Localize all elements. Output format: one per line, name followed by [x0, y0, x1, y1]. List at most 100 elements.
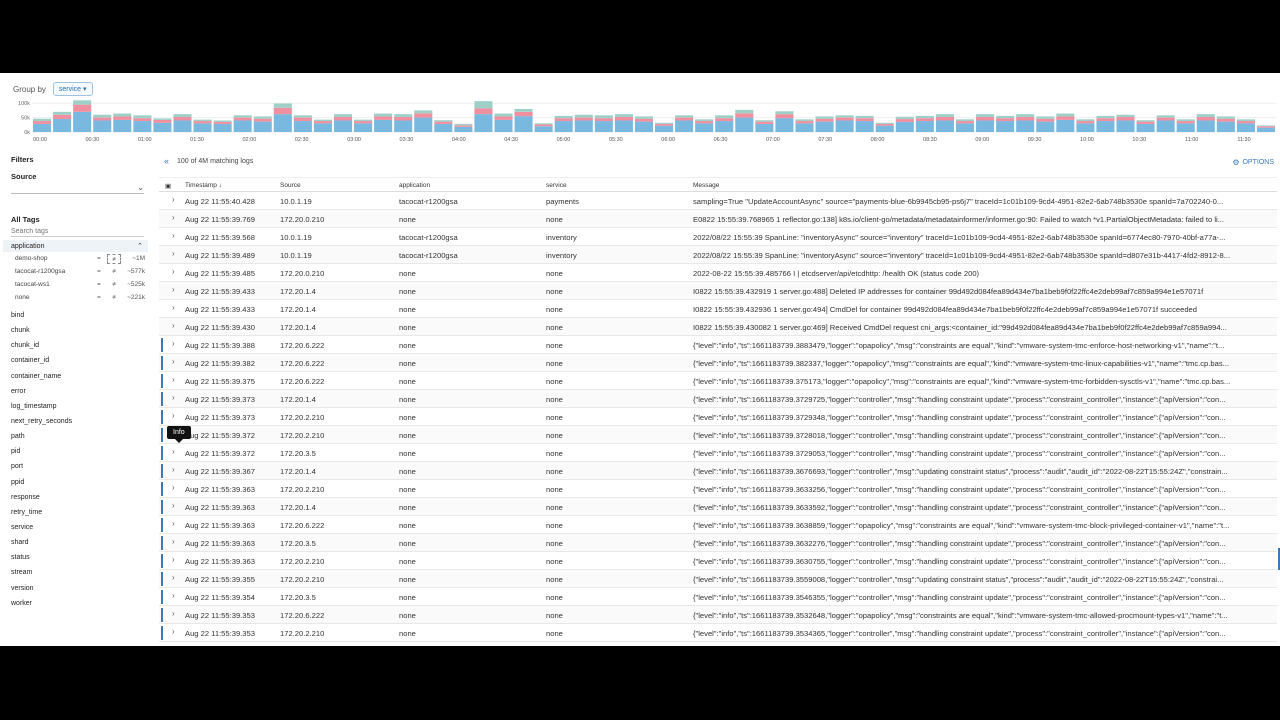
histogram-bar-segment[interactable]	[1256, 125, 1275, 127]
histogram-bar-segment[interactable]	[514, 108, 533, 112]
histogram-bar-segment[interactable]	[494, 119, 513, 132]
tag-item[interactable]: version	[11, 581, 72, 596]
histogram-bar-segment[interactable]	[695, 119, 714, 122]
histogram-bar-segment[interactable]	[735, 113, 754, 118]
histogram-bar-segment[interactable]	[173, 117, 192, 121]
histogram-bar-segment[interactable]	[1016, 114, 1035, 118]
histogram-bar-segment[interactable]	[53, 119, 72, 132]
histogram-bar-segment[interactable]	[835, 115, 854, 118]
histogram-bar-segment[interactable]	[1216, 116, 1235, 119]
include-filter-button[interactable]: =	[97, 294, 107, 301]
histogram-bar-segment[interactable]	[514, 116, 533, 132]
histogram-bar-segment[interactable]	[474, 114, 493, 132]
table-row[interactable]: › Aug 22 11:55:39.367 172.20.1.4 none none {"…	[159, 462, 1277, 480]
include-filter-button[interactable]: =	[97, 268, 107, 275]
histogram-bar-segment[interactable]	[976, 117, 995, 121]
histogram-bar-segment[interactable]	[1176, 121, 1195, 124]
histogram-bar-segment[interactable]	[614, 114, 633, 118]
histogram-bar-segment[interactable]	[514, 111, 533, 117]
histogram-bar-segment[interactable]	[93, 114, 112, 118]
histogram-bar-segment[interactable]	[1196, 120, 1215, 132]
histogram-bar-segment[interactable]	[634, 121, 653, 132]
histogram-bar-segment[interactable]	[795, 121, 814, 124]
table-row[interactable]: › Aug 22 11:55:39.373 172.20.1.4 none none {"…	[159, 390, 1277, 408]
histogram-bar-segment[interactable]	[1096, 121, 1115, 132]
expand-chevron-icon[interactable]: ›	[172, 339, 175, 348]
histogram-bar-segment[interactable]	[1216, 118, 1235, 122]
exclude-filter-button[interactable]: ≠	[107, 294, 121, 301]
table-row[interactable]: › Aug 22 11:55:39.769 172.20.0.210 none none…	[159, 210, 1277, 228]
histogram-bar-segment[interactable]	[594, 118, 613, 122]
histogram-bar-segment[interactable]	[715, 118, 734, 122]
histogram-bar-segment[interactable]	[474, 108, 493, 115]
histogram-bar-segment[interactable]	[915, 115, 934, 119]
histogram-bar-segment[interactable]	[955, 121, 975, 124]
histogram-bar-segment[interactable]	[1016, 117, 1035, 121]
histogram-bar-segment[interactable]	[935, 117, 954, 121]
histogram-bar-segment[interactable]	[1076, 119, 1095, 122]
table-row[interactable]: › Aug 22 11:55:39.353 172.20.6.222 none none…	[159, 606, 1277, 624]
histogram-bar-segment[interactable]	[1136, 121, 1155, 124]
expand-chevron-icon[interactable]: ›	[172, 483, 175, 492]
histogram-bar-segment[interactable]	[474, 101, 493, 109]
histogram-bar-segment[interactable]	[33, 118, 52, 122]
histogram-bar-segment[interactable]	[895, 119, 914, 122]
histogram-bar-segment[interactable]	[1036, 118, 1055, 122]
histogram-bar-segment[interactable]	[1056, 116, 1075, 120]
expand-chevron-icon[interactable]: ›	[172, 267, 175, 276]
histogram-bar-segment[interactable]	[1116, 114, 1135, 118]
application-value-item[interactable]: tacocat-ws1 = ≠ ~525k	[3, 278, 148, 291]
histogram-bar-segment[interactable]	[875, 122, 894, 124]
histogram-bar-segment[interactable]	[73, 100, 92, 105]
histogram-bar-segment[interactable]	[534, 126, 553, 132]
tag-item[interactable]: container_name	[11, 369, 72, 384]
column-header-service[interactable]: service	[546, 182, 567, 189]
histogram-bar-segment[interactable]	[855, 118, 874, 122]
table-row[interactable]: › Aug 22 11:55:39.485 172.20.0.210 none none…	[159, 264, 1277, 282]
table-row[interactable]: › Aug 22 11:55:39.363 172.20.2.210 none none…	[159, 480, 1277, 498]
histogram-bar-segment[interactable]	[133, 115, 152, 119]
histogram-bar-segment[interactable]	[1076, 121, 1095, 124]
histogram-bar-segment[interactable]	[655, 122, 674, 124]
histogram-bar-segment[interactable]	[273, 114, 292, 132]
histogram-bar-segment[interactable]	[935, 114, 954, 118]
tag-item[interactable]: retry_time	[11, 505, 72, 520]
histogram-bar-segment[interactable]	[333, 117, 353, 121]
histogram-bar-segment[interactable]	[113, 116, 132, 120]
collapse-sidebar-icon[interactable]: «	[164, 156, 169, 166]
table-row[interactable]: › Aug 22 11:55:39.355 172.20.2.210 none none…	[159, 570, 1277, 588]
expand-chevron-icon[interactable]: ›	[172, 231, 175, 240]
histogram-bar-segment[interactable]	[394, 117, 413, 121]
table-row[interactable]: › Aug 22 11:55:39.430 172.20.1.4 none none I0…	[159, 318, 1277, 336]
histogram-bar-segment[interactable]	[313, 123, 332, 132]
histogram-bar-segment[interactable]	[73, 104, 92, 112]
histogram-bar-segment[interactable]	[454, 126, 473, 132]
histogram-bar-segment[interactable]	[494, 116, 513, 120]
table-row[interactable]: › Aug 22 11:55:39.363 172.20.1.4 none none {"…	[159, 498, 1277, 516]
table-row[interactable]: › Aug 22 11:55:39.373 172.20.2.210 none none…	[159, 408, 1277, 426]
histogram-bar-segment[interactable]	[193, 119, 212, 122]
histogram-bar-segment[interactable]	[775, 111, 794, 115]
log-histogram[interactable]: 100k 50k 0k 00:00 00:30 01:00 01:30 02:00 02:30 0…	[0, 97, 1280, 147]
histogram-bar-segment[interactable]	[173, 114, 192, 118]
histogram-bar-segment[interactable]	[554, 121, 573, 132]
histogram-bar-segment[interactable]	[835, 120, 854, 132]
histogram-bar-segment[interactable]	[1156, 117, 1175, 121]
histogram-bar-segment[interactable]	[634, 118, 653, 122]
histogram-bar-segment[interactable]	[855, 115, 874, 119]
expand-chevron-icon[interactable]: ›	[172, 303, 175, 312]
tag-item[interactable]: response	[11, 490, 72, 505]
histogram-bar-segment[interactable]	[1176, 119, 1195, 122]
histogram-bar-segment[interactable]	[695, 121, 714, 124]
tag-item[interactable]: bind	[11, 308, 72, 323]
search-tags-input[interactable]	[11, 227, 144, 237]
histogram-bar-segment[interactable]	[795, 123, 814, 132]
histogram-bar-segment[interactable]	[133, 118, 152, 122]
histogram-bar-segment[interactable]	[293, 121, 312, 132]
histogram-bar-segment[interactable]	[73, 111, 92, 132]
histogram-bar-segment[interactable]	[996, 118, 1015, 122]
histogram-bar-segment[interactable]	[795, 119, 814, 122]
histogram-bar-segment[interactable]	[1256, 126, 1275, 128]
histogram-bar-segment[interactable]	[875, 123, 894, 126]
expand-chevron-icon[interactable]: ›	[172, 357, 175, 366]
